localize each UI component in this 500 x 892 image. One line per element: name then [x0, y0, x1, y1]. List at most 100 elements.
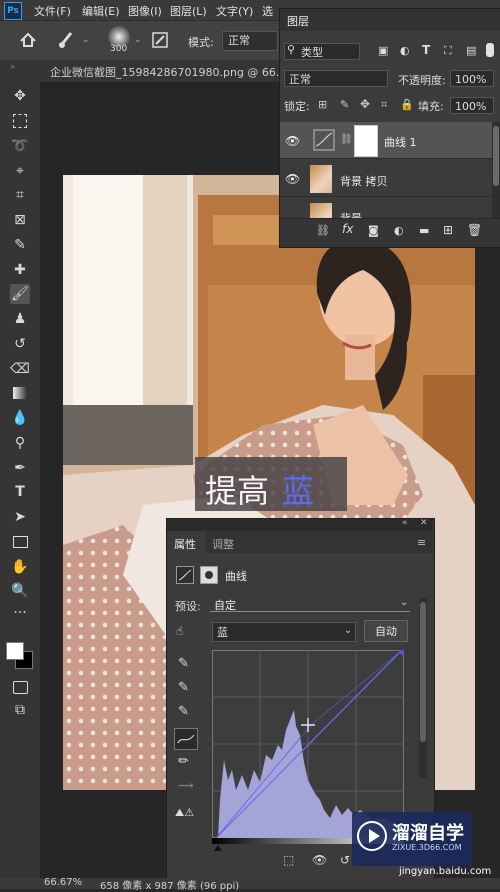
- clip-to-layer-icon[interactable]: ⬚: [283, 853, 294, 867]
- lasso-tool-icon[interactable]: ➰: [10, 136, 30, 156]
- gradient-tool-icon[interactable]: [10, 383, 30, 403]
- lock-transparent-icon[interactable]: ⊞: [318, 98, 327, 111]
- fx-icon[interactable]: fx: [342, 222, 353, 236]
- layer-name[interactable]: 背景 拷贝: [340, 173, 388, 189]
- clipping-warning-icon[interactable]: ⛰⚠: [175, 806, 194, 820]
- pen-tool-icon[interactable]: ✒: [10, 458, 30, 478]
- curves-adjustment-icon: [312, 128, 336, 152]
- close-panel-icon[interactable]: ✕: [420, 518, 428, 528]
- auto-button[interactable]: 自动: [364, 620, 408, 642]
- new-layer-icon[interactable]: ⊞: [443, 223, 453, 237]
- on-image-adjust-icon[interactable]: ☝: [176, 624, 183, 638]
- filter-toggle[interactable]: [486, 43, 494, 57]
- panel-menu-icon[interactable]: ≡: [417, 536, 426, 549]
- menu-layer[interactable]: 图层(L): [170, 3, 207, 19]
- collapse-panel-icon[interactable]: «: [402, 518, 408, 528]
- foreground-color-swatch-front[interactable]: [6, 642, 24, 660]
- properties-scrollbar[interactable]: [419, 598, 427, 778]
- rectangle-tool-icon[interactable]: [10, 532, 30, 552]
- lock-artboard-icon[interactable]: ⌗: [381, 98, 387, 112]
- eyedropper-gray-icon[interactable]: ✎: [178, 680, 189, 695]
- draw-curve-pencil-icon[interactable]: ✏: [178, 754, 189, 769]
- chevron-down-icon[interactable]: ⌄: [134, 35, 142, 45]
- filter-type-icon[interactable]: T: [422, 43, 430, 57]
- blend-mode-select[interactable]: 正常: [284, 70, 388, 87]
- eyedropper-white-icon[interactable]: ✎: [178, 704, 189, 719]
- layer-name[interactable]: 背景: [340, 210, 362, 218]
- eyedropper-tool-icon[interactable]: ✎: [10, 235, 30, 255]
- chevron-down-icon[interactable]: ⌄: [82, 35, 90, 45]
- history-brush-tool-icon[interactable]: ↺: [10, 334, 30, 354]
- quick-select-tool-icon[interactable]: ⌖: [10, 161, 30, 181]
- chevron-down-icon[interactable]: ⌄: [400, 597, 408, 608]
- layers-scrollbar[interactable]: [492, 122, 500, 218]
- tab-adjustments[interactable]: 调整: [212, 536, 234, 552]
- zoom-level[interactable]: 66.67%: [44, 877, 82, 888]
- preset-select[interactable]: 自定: [210, 597, 410, 612]
- black-point-slider[interactable]: [214, 845, 222, 851]
- lock-all-icon[interactable]: 🔒: [400, 98, 414, 111]
- lock-position-icon[interactable]: ✥: [360, 97, 370, 111]
- channel-select[interactable]: 蓝: [212, 622, 356, 642]
- eraser-tool-icon[interactable]: ⌫: [10, 359, 30, 379]
- new-group-icon[interactable]: ▬: [419, 224, 429, 237]
- link-chain-icon[interactable]: ⛓: [340, 134, 353, 145]
- healing-tool-icon[interactable]: ✚: [10, 260, 30, 280]
- filter-adjustment-icon[interactable]: ◐: [400, 44, 410, 57]
- brush-tool-icon[interactable]: 🖌: [10, 284, 30, 304]
- brush-settings-icon[interactable]: [150, 30, 170, 50]
- reset-icon[interactable]: ↺: [340, 853, 350, 867]
- visibility-eye-icon[interactable]: 👁: [285, 172, 300, 186]
- tab-properties[interactable]: 属性: [174, 536, 196, 552]
- type-tool-icon[interactable]: T: [10, 482, 30, 502]
- toolbar-collapse-icon[interactable]: »: [10, 62, 15, 71]
- crop-tool-icon[interactable]: ⌗: [10, 185, 30, 205]
- filter-smart-object-icon[interactable]: ▤: [466, 44, 476, 57]
- quick-mask-icon[interactable]: [10, 677, 30, 697]
- fill-input[interactable]: 100%: [450, 97, 494, 114]
- smooth-curve-icon[interactable]: ⟿: [178, 779, 194, 792]
- edit-points-curve-icon[interactable]: [174, 728, 198, 750]
- move-tool-icon[interactable]: ✥: [10, 86, 30, 106]
- lock-pixels-icon[interactable]: ✎: [340, 98, 349, 111]
- document-size[interactable]: 658 像素 x 987 像素 (96 ppi): [100, 877, 239, 892]
- menu-image[interactable]: 图像(I): [128, 3, 162, 19]
- menu-select[interactable]: 选: [262, 3, 273, 19]
- stamp-tool-icon[interactable]: ♟: [10, 309, 30, 329]
- layer-mask-thumbnail[interactable]: [354, 125, 378, 157]
- menu-type[interactable]: 文字(Y): [216, 3, 253, 19]
- screen-mode-icon[interactable]: ⧉: [10, 700, 30, 720]
- menu-file[interactable]: 文件(F): [34, 3, 71, 19]
- frame-tool-icon[interactable]: ⊠: [10, 210, 30, 230]
- zoom-tool-icon[interactable]: 🔍: [10, 581, 30, 601]
- mask-icon[interactable]: [200, 566, 218, 584]
- chevron-down-icon[interactable]: ⌄: [344, 625, 352, 636]
- view-previous-state-icon[interactable]: 👁: [312, 853, 327, 867]
- dodge-tool-icon[interactable]: ⚲: [10, 433, 30, 453]
- menu-edit[interactable]: 编辑(E): [82, 3, 120, 19]
- path-select-tool-icon[interactable]: ➤: [10, 507, 30, 527]
- add-mask-icon[interactable]: ◙: [368, 224, 379, 237]
- marquee-tool-icon[interactable]: [10, 111, 30, 131]
- layer-name[interactable]: 曲线 1: [384, 134, 417, 150]
- curves-graph[interactable]: [212, 649, 405, 839]
- blur-tool-icon[interactable]: 💧: [10, 408, 30, 428]
- home-icon[interactable]: [18, 30, 38, 50]
- new-adjustment-icon[interactable]: ◐: [394, 224, 404, 237]
- more-tools-icon[interactable]: ···: [10, 603, 30, 623]
- brush-preset-icon[interactable]: [56, 30, 76, 50]
- hand-tool-icon[interactable]: ✋: [10, 557, 30, 577]
- delete-layer-icon[interactable]: 🗑: [467, 223, 482, 237]
- visibility-eye-icon[interactable]: 👁: [285, 134, 300, 148]
- opacity-input[interactable]: 100%: [450, 70, 494, 87]
- layer-filter-select[interactable]: 类型: [284, 43, 360, 60]
- layer-row[interactable]: 背景: [280, 198, 492, 218]
- layers-panel-title[interactable]: 图层: [287, 13, 309, 29]
- link-layers-icon[interactable]: ⛓: [316, 224, 330, 237]
- search-icon: ⚲: [287, 43, 296, 56]
- filter-pixel-icon[interactable]: ▣: [378, 44, 388, 57]
- mode-select[interactable]: 正常: [222, 31, 278, 51]
- document-tab[interactable]: 企业微信截图_15984286701980.png @ 66.7%: [50, 64, 297, 80]
- filter-shape-icon[interactable]: ⛶: [444, 44, 452, 58]
- eyedropper-black-icon[interactable]: ✎: [178, 656, 189, 671]
